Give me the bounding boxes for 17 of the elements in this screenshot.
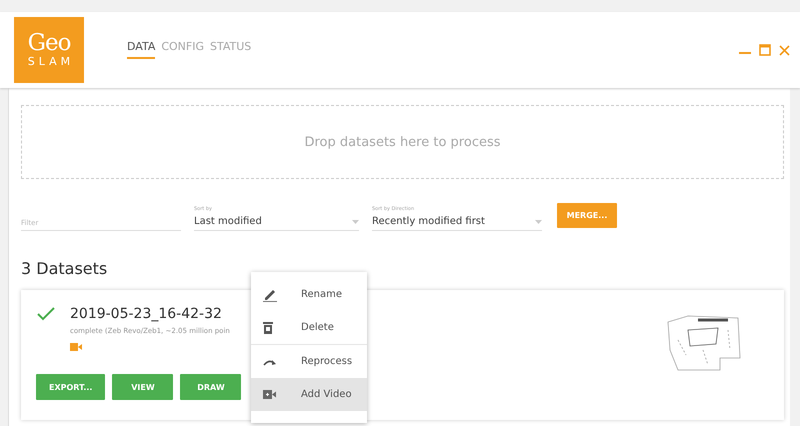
menu-item[interactable]: Add Video bbox=[251, 378, 367, 411]
caret-icon bbox=[535, 220, 542, 224]
video-icon bbox=[263, 390, 276, 399]
nav-tab[interactable]: DATA bbox=[127, 38, 156, 58]
pencil-icon bbox=[263, 288, 277, 302]
maximize-icon[interactable] bbox=[759, 44, 771, 56]
redo-icon bbox=[263, 358, 277, 366]
menu-item[interactable]: Rename bbox=[251, 278, 367, 311]
datasets-heading: 3 Datasets bbox=[21, 259, 108, 278]
logo-subtitle: SLAM bbox=[26, 55, 74, 69]
menu-item[interactable]: Reprocess bbox=[251, 345, 367, 378]
dataset-name: 2019-05-23_16-42-32 bbox=[70, 306, 223, 322]
caret-icon bbox=[352, 220, 359, 224]
close-icon[interactable] bbox=[779, 44, 790, 56]
menu-item[interactable]: Delete bbox=[251, 311, 367, 344]
logo-wordmark: Geo bbox=[28, 31, 70, 55]
trash-icon bbox=[263, 322, 273, 334]
